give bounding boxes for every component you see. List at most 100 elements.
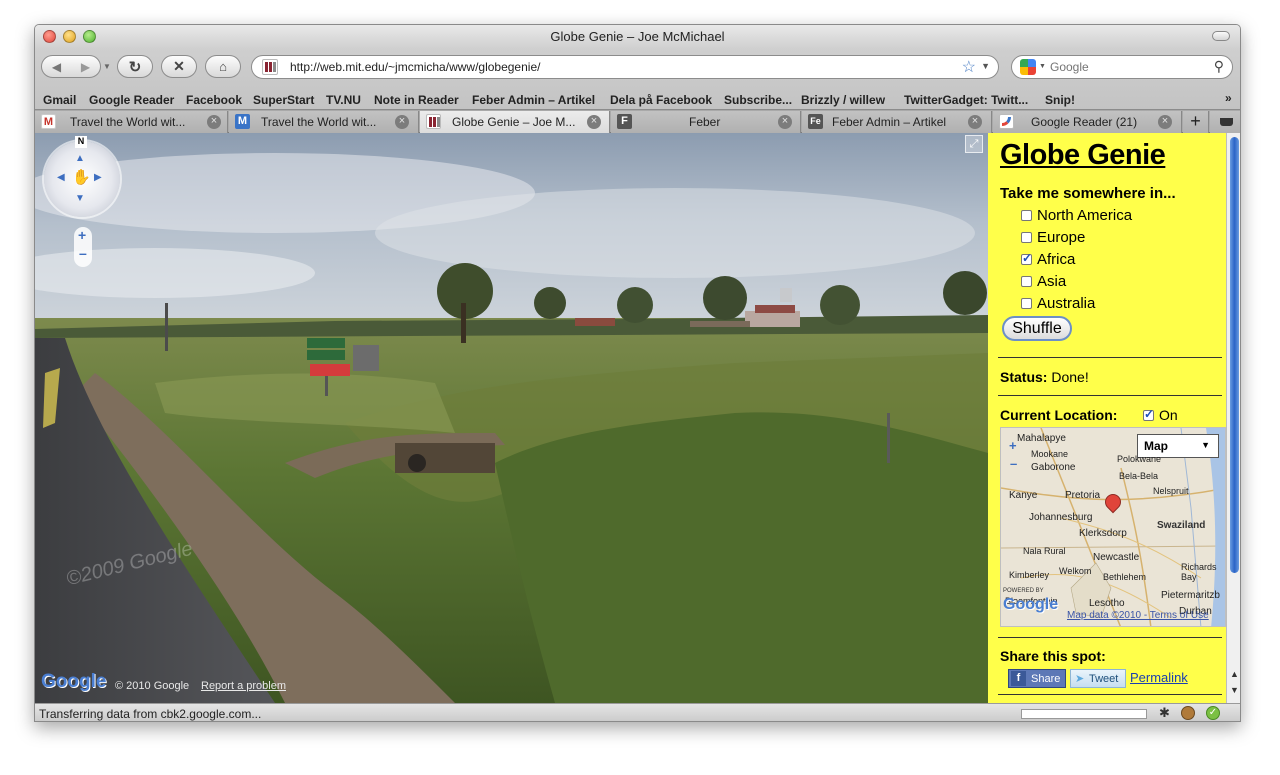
tab-travel-world-1[interactable]: M Travel the World wit... × — [35, 111, 228, 133]
map-place: Lesotho — [1089, 598, 1125, 609]
tab-close-icon[interactable]: × — [395, 115, 409, 129]
pan-left-icon[interactable]: ◀ — [57, 172, 65, 183]
bookmark-twittergadget[interactable]: TwitterGadget: Twitt... — [904, 93, 1028, 107]
adblock-icon[interactable]: ✓ — [1206, 706, 1220, 720]
toolbar-toggle-button[interactable] — [1212, 31, 1230, 41]
forward-icon[interactable]: ▶ — [81, 60, 90, 74]
map-place: Kanye — [1009, 490, 1038, 501]
scroll-up-icon[interactable]: ▲ — [1230, 669, 1239, 679]
map-place: Mookane — [1031, 449, 1069, 459]
address-bar[interactable]: http://web.mit.edu/~jmcmicha/www/globege… — [251, 55, 999, 79]
facebook-share-button[interactable]: f Share — [1008, 669, 1066, 688]
report-problem-link[interactable]: Report a problem — [201, 680, 286, 692]
region-north-america[interactable]: North America — [1021, 207, 1132, 224]
bookmark-brizzly[interactable]: Brizzly / willew — [801, 93, 885, 107]
bookmark-facebook[interactable]: Facebook — [186, 93, 242, 107]
shuffle-button[interactable]: Shuffle — [1002, 316, 1072, 341]
region-checkbox[interactable] — [1021, 251, 1032, 265]
tab-close-icon[interactable]: × — [587, 115, 601, 129]
scrollbar-thumb[interactable] — [1230, 137, 1239, 573]
home-button[interactable]: ⌂ — [205, 55, 241, 78]
tab-travel-world-2[interactable]: M Travel the World wit... × — [229, 111, 419, 133]
tab-globe-genie[interactable]: Globe Genie – Joe M... × — [420, 111, 610, 133]
back-icon[interactable]: ◀ — [52, 60, 61, 74]
region-checkbox[interactable] — [1021, 275, 1032, 287]
bookmark-google-reader[interactable]: Google Reader — [89, 93, 174, 107]
bookmark-snip[interactable]: Snip! — [1045, 93, 1075, 107]
new-tab-button[interactable]: + — [1183, 111, 1209, 133]
region-label: North America — [1037, 207, 1133, 224]
tab-feber[interactable]: F Feber × — [611, 111, 801, 133]
search-bar[interactable]: ▼ ⚲ — [1011, 55, 1233, 79]
map-place: Bethlehem — [1103, 572, 1147, 582]
bookmarks-overflow-icon[interactable]: » — [1225, 91, 1232, 105]
mini-map[interactable]: + – Map ▼ Mahalapye Mookane Gaborone Pol… — [1000, 427, 1226, 627]
search-input[interactable] — [1050, 59, 1200, 75]
tweet-button[interactable]: ➤ Tweet — [1070, 669, 1126, 688]
tab-close-icon[interactable]: × — [207, 115, 221, 129]
progress-bar — [1021, 709, 1147, 719]
bookmark-subscribe[interactable]: Subscribe... — [724, 93, 792, 107]
pan-down-icon[interactable]: ▼ — [75, 193, 85, 204]
url-text[interactable]: http://web.mit.edu/~jmcmicha/www/globege… — [290, 60, 540, 74]
bookmark-tv-nu[interactable]: TV.NU — [326, 93, 361, 107]
bug-icon[interactable]: ✱ — [1159, 705, 1170, 721]
region-checkbox[interactable] — [1021, 297, 1032, 309]
engine-dropdown-icon[interactable]: ▼ — [1039, 63, 1046, 70]
map-zoom-out-icon[interactable]: – — [1010, 456, 1017, 471]
bookmark-feber-admin[interactable]: Feber Admin – Artikel — [472, 93, 595, 107]
zoom-in-icon[interactable]: + — [78, 227, 86, 243]
reload-button[interactable]: ↻ — [117, 55, 153, 78]
map-zoom-in-icon[interactable]: + — [1009, 438, 1017, 453]
region-asia[interactable]: Asia — [1021, 273, 1066, 290]
map-type-dropdown-icon: ▼ — [1201, 440, 1210, 450]
bookmark-dela-pa-facebook[interactable]: Dela på Facebook — [610, 93, 712, 107]
history-dropdown-icon[interactable]: ▼ — [103, 62, 111, 71]
map-place: Welkom — [1059, 566, 1092, 576]
tab-close-icon[interactable]: × — [1158, 115, 1172, 129]
location-checkbox[interactable] — [1143, 407, 1154, 421]
fullscreen-icon[interactable]: ⤢ — [965, 135, 983, 153]
region-checkbox[interactable] — [1021, 209, 1032, 221]
map-place: Pretoria — [1065, 490, 1101, 501]
street-view-panorama[interactable]: N ▲ ▼ ◀ ▶ ✋ + – ⤢ ©2009 Google Google © … — [35, 133, 988, 703]
pan-up-icon[interactable]: ▲ — [75, 153, 85, 164]
bookmark-gmail[interactable]: Gmail — [43, 93, 76, 107]
tab-google-reader[interactable]: Google Reader (21) × — [993, 111, 1182, 133]
bookmark-note-in-reader[interactable]: Note in Reader — [374, 93, 459, 107]
navigation-toolbar: ◀ ▶ ▼ ↻ ✕ ⌂ http://web.mit.edu/~jmcmicha… — [35, 49, 1240, 109]
map-data-link[interactable]: Map data ©2010 - Terms of Use — [1067, 610, 1209, 621]
tab-close-icon[interactable]: × — [968, 115, 982, 129]
location-toggle[interactable]: On — [1143, 407, 1178, 423]
zoom-out-icon[interactable]: – — [79, 245, 87, 261]
region-checkbox[interactable] — [1021, 231, 1032, 243]
tab-list-button[interactable] — [1210, 111, 1240, 133]
tab-label: Feber — [689, 115, 721, 129]
page-title[interactable]: Globe Genie — [1000, 139, 1166, 172]
bookmarks-bar: Gmail Google Reader Facebook SuperStart … — [35, 87, 1240, 107]
map-place: Gaborone — [1031, 462, 1076, 473]
vertical-scrollbar[interactable]: ▲ ▼ — [1226, 133, 1240, 703]
map-place: Richards Bay — [1181, 562, 1217, 582]
home-icon: ⌂ — [219, 59, 227, 74]
permalink-link[interactable]: Permalink — [1130, 670, 1188, 685]
search-icon[interactable]: ⚲ — [1214, 58, 1224, 75]
divider — [998, 357, 1222, 358]
tab-close-icon[interactable]: × — [778, 115, 792, 129]
google-search-engine-icon[interactable] — [1020, 59, 1036, 75]
region-europe[interactable]: Europe — [1021, 229, 1085, 246]
copyright-text: © 2010 Google — [115, 680, 190, 692]
google-logo: Google — [41, 671, 107, 692]
bookmark-star-icon[interactable]: ☆ — [962, 57, 976, 77]
stop-button[interactable]: ✕ — [161, 55, 197, 78]
pan-right-icon[interactable]: ▶ — [94, 172, 102, 183]
tab-feber-admin[interactable]: Fe Feber Admin – Artikel × — [802, 111, 992, 133]
bookmark-superstart[interactable]: SuperStart — [253, 93, 314, 107]
monkey-icon[interactable] — [1181, 706, 1195, 720]
region-africa[interactable]: Africa — [1021, 251, 1075, 268]
region-australia[interactable]: Australia — [1021, 295, 1095, 312]
url-dropdown-icon[interactable]: ▼ — [981, 61, 990, 71]
scroll-down-icon[interactable]: ▼ — [1230, 685, 1239, 695]
pan-control[interactable]: N ▲ ▼ ◀ ▶ ✋ — [44, 136, 120, 217]
region-label: Asia — [1037, 273, 1067, 290]
